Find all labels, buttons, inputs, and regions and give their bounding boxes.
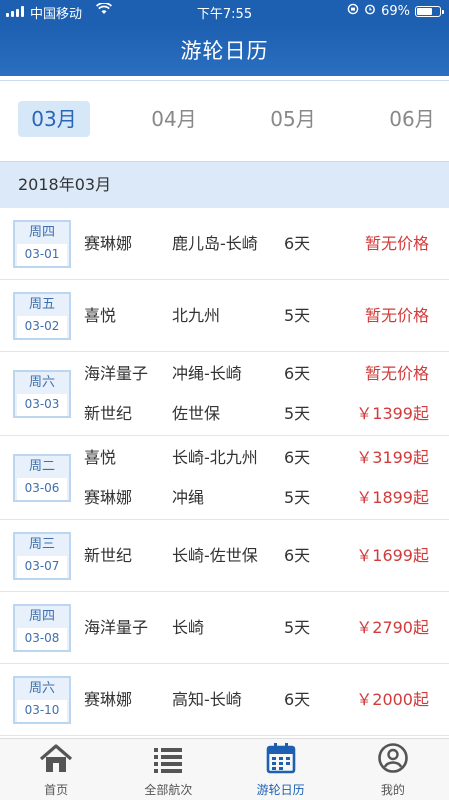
tab-month-06[interactable]: 06月: [376, 101, 448, 137]
trip-duration: 6天: [284, 690, 311, 709]
ship-name: 赛琳娜: [84, 234, 133, 253]
cruise-date-row[interactable]: 周四 03-01 赛琳娜 鹿儿岛-长崎 6天 暂无价格: [0, 208, 449, 280]
trip-duration: 5天: [284, 306, 311, 325]
cruise-date-row[interactable]: 周五 03-02 喜悦 北九州 5天 暂无价格: [0, 280, 449, 352]
ship-name: 赛琳娜: [84, 488, 133, 507]
tab-month-04[interactable]: 04月: [138, 101, 210, 137]
tab-mine[interactable]: 我的: [337, 739, 449, 800]
price-label: 暂无价格: [364, 306, 429, 325]
page-title: 游轮日历: [180, 39, 269, 63]
tab-mine-label: 我的: [380, 783, 405, 797]
price-label: ￥2790起: [356, 618, 429, 637]
cruise-date-row[interactable]: 周二 03-06 喜悦 长崎-北九州 6天 ￥3199起 赛琳娜 冲绳 5天 ￥1899起: [0, 436, 449, 520]
trip-duration: 5天: [284, 404, 311, 423]
cruise-date-row[interactable]: 周三 03-07 新世纪 长崎-佐世保 6天 ￥1699起: [0, 520, 449, 592]
voyage-item[interactable]: 海洋量子 长崎 5天 ￥2790起: [0, 608, 449, 648]
tab-home[interactable]: 首页: [0, 739, 112, 800]
month-tabs: 03月 04月 05月 06月: [0, 80, 449, 162]
route-name: 高知-长崎: [172, 690, 242, 709]
ship-name: 海洋量子: [84, 364, 149, 383]
price-label: 暂无价格: [364, 364, 429, 383]
ship-name: 喜悦: [84, 306, 117, 325]
route-name: 冲绳-长崎: [172, 364, 242, 383]
cruise-date-row[interactable]: 周四 03-08 海洋量子 长崎 5天 ￥2790起: [0, 592, 449, 664]
tab-home-label: 首页: [44, 783, 69, 797]
price-label: ￥3199起: [356, 448, 429, 467]
cruise-date-row[interactable]: 周六 03-10 赛琳娜 高知-长崎 6天 ￥2000起: [0, 664, 449, 736]
trip-duration: 5天: [284, 488, 311, 507]
tab-cruise-calendar[interactable]: 游轮日历: [225, 739, 337, 800]
voyage-item[interactable]: 海洋量子 冲绳-长崎 6天 暂无价格: [0, 354, 449, 394]
tab-month-05[interactable]: 05月: [257, 101, 329, 137]
cruise-date-row[interactable]: 周六 03-03 海洋量子 冲绳-长崎 6天 暂无价格 新世纪 佐世保 5天 ￥1399起: [0, 352, 449, 436]
trip-duration: 6天: [284, 448, 311, 467]
home-icon: [39, 744, 73, 777]
tab-bar: 首页 全部航次 游轮日历 我的: [0, 738, 449, 800]
price-label: ￥1399起: [356, 404, 429, 423]
voyage-item[interactable]: 新世纪 佐世保 5天 ￥1399起: [0, 394, 449, 434]
route-name: 长崎: [172, 618, 205, 637]
ship-name: 新世纪: [84, 404, 133, 423]
rotation-lock-icon: [347, 3, 359, 19]
status-bar: 中国移动 下午7:55 69%: [0, 0, 449, 24]
voyage-item[interactable]: 喜悦 北九州 5天 暂无价格: [0, 296, 449, 336]
price-label: ￥2000起: [356, 690, 429, 709]
battery-icon: [415, 5, 444, 17]
voyage-item[interactable]: 喜悦 长崎-北九州 6天 ￥3199起: [0, 438, 449, 478]
route-name: 冲绳: [172, 488, 205, 507]
ship-name: 海洋量子: [84, 618, 149, 637]
nav-bar: 游轮日历: [0, 24, 449, 76]
trip-duration: 5天: [284, 618, 311, 637]
section-header: 2018年03月: [0, 162, 449, 208]
battery-fill: [417, 7, 432, 15]
ship-name: 赛琳娜: [84, 690, 133, 709]
trip-duration: 6天: [284, 234, 311, 253]
route-name: 长崎-佐世保: [172, 546, 258, 565]
tab-cruise-calendar-label: 游轮日历: [256, 783, 305, 797]
list-icon: [152, 744, 184, 777]
calendar-icon: [266, 742, 296, 777]
trip-duration: 6天: [284, 364, 311, 383]
route-name: 长崎-北九州: [172, 448, 258, 467]
ship-name: 新世纪: [84, 546, 133, 565]
battery-percent: 69%: [381, 3, 410, 19]
user-icon: [377, 742, 409, 777]
alarm-icon: [364, 3, 376, 19]
voyage-item[interactable]: 新世纪 长崎-佐世保 6天 ￥1699起: [0, 536, 449, 576]
route-name: 北九州: [172, 306, 221, 325]
price-label: ￥1899起: [356, 488, 429, 507]
price-label: ￥1699起: [356, 546, 429, 565]
voyage-item[interactable]: 赛琳娜 鹿儿岛-长崎 6天 暂无价格: [0, 224, 449, 264]
trip-duration: 6天: [284, 546, 311, 565]
price-label: 暂无价格: [364, 234, 429, 253]
route-name: 佐世保: [172, 404, 221, 423]
voyage-item[interactable]: 赛琳娜 冲绳 5天 ￥1899起: [0, 478, 449, 518]
tab-all-voyages-label: 全部航次: [144, 783, 193, 797]
route-name: 鹿儿岛-长崎: [172, 234, 258, 253]
ship-name: 喜悦: [84, 448, 117, 467]
voyage-item[interactable]: 赛琳娜 高知-长崎 6天 ￥2000起: [0, 680, 449, 720]
tab-all-voyages[interactable]: 全部航次: [112, 739, 224, 800]
tab-month-03[interactable]: 03月: [18, 101, 90, 137]
